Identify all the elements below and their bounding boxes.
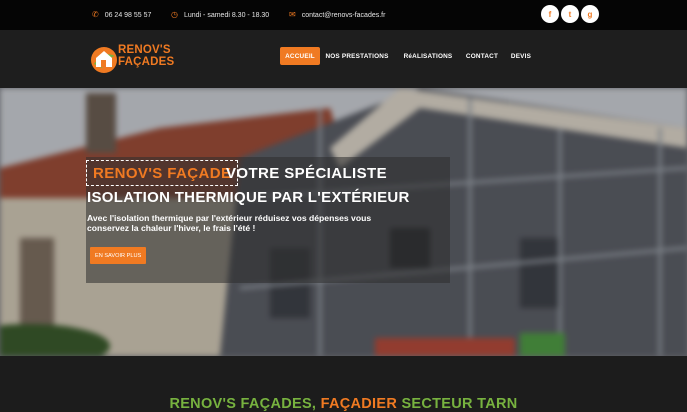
phone-number[interactable]: 06 24 98 55 57 xyxy=(105,12,152,19)
nav-devis[interactable]: DEVIS xyxy=(508,47,534,65)
logo-text[interactable]: RENOV'S FAÇADES xyxy=(118,44,174,68)
facebook-icon[interactable]: f xyxy=(541,5,559,23)
hours-text: Lundi - samedi 8.30 - 18.30 xyxy=(183,11,270,19)
logo-line2: FAÇADES xyxy=(118,56,175,68)
nav-realisations[interactable]: RéALISATIONS xyxy=(401,47,455,65)
nav-contact[interactable]: CONTACT xyxy=(463,47,501,65)
section-title: RENOV'S FAÇADES, FAÇADIER SECTEUR TARN xyxy=(0,396,687,412)
top-bar: ✆ 06 24 98 55 57 ◷ Lundi - samedi 8.30 -… xyxy=(0,0,687,30)
google-plus-icon[interactable]: g xyxy=(581,5,599,23)
twitter-icon[interactable]: t xyxy=(561,5,579,23)
hero-description: Avec l'isolation thermique par l'extérie… xyxy=(87,213,372,233)
clock-icon: ◷ xyxy=(171,10,178,19)
phone-contact[interactable]: ✆ 06 24 98 55 57 xyxy=(92,0,151,30)
section-title-part2: FAÇADIER xyxy=(320,396,398,412)
intro-section: RENOV'S FAÇADES, FAÇADIER SECTEUR TARN xyxy=(0,356,687,412)
logo-line1: RENOV'S xyxy=(118,44,171,56)
hero-title-line1: VOTRE SPÉCIALISTE xyxy=(226,165,387,182)
hero-title-line2: ISOLATION THERMIQUE PAR L'EXTÉRIEUR xyxy=(87,189,410,206)
section-title-part3: SECTEUR TARN xyxy=(397,396,518,412)
hero-banner: RENOV'S FAÇADE VOTRE SPÉCIALISTE ISOLATI… xyxy=(0,88,687,356)
hero-brand-label: RENOV'S FAÇADE xyxy=(86,160,239,186)
email-contact[interactable]: ✉ contact@renovs-facades.fr xyxy=(289,0,385,30)
learn-more-button[interactable]: EN SAVOIR PLUS xyxy=(90,247,147,264)
email-address[interactable]: contact@renovs-facades.fr xyxy=(302,12,386,19)
site-header: RENOV'S FAÇADES ACCUEIL NOS PRESTATIONS … xyxy=(0,30,687,88)
nav-nos-prestations[interactable]: NOS PRESTATIONS xyxy=(325,47,389,65)
section-title-part1: RENOV'S FAÇADES, xyxy=(169,396,321,412)
mail-icon: ✉ xyxy=(289,10,296,19)
phone-icon: ✆ xyxy=(92,10,99,19)
opening-hours: ◷ Lundi - samedi 8.30 - 18.30 xyxy=(171,0,269,30)
nav-accueil[interactable]: ACCUEIL xyxy=(280,47,320,65)
